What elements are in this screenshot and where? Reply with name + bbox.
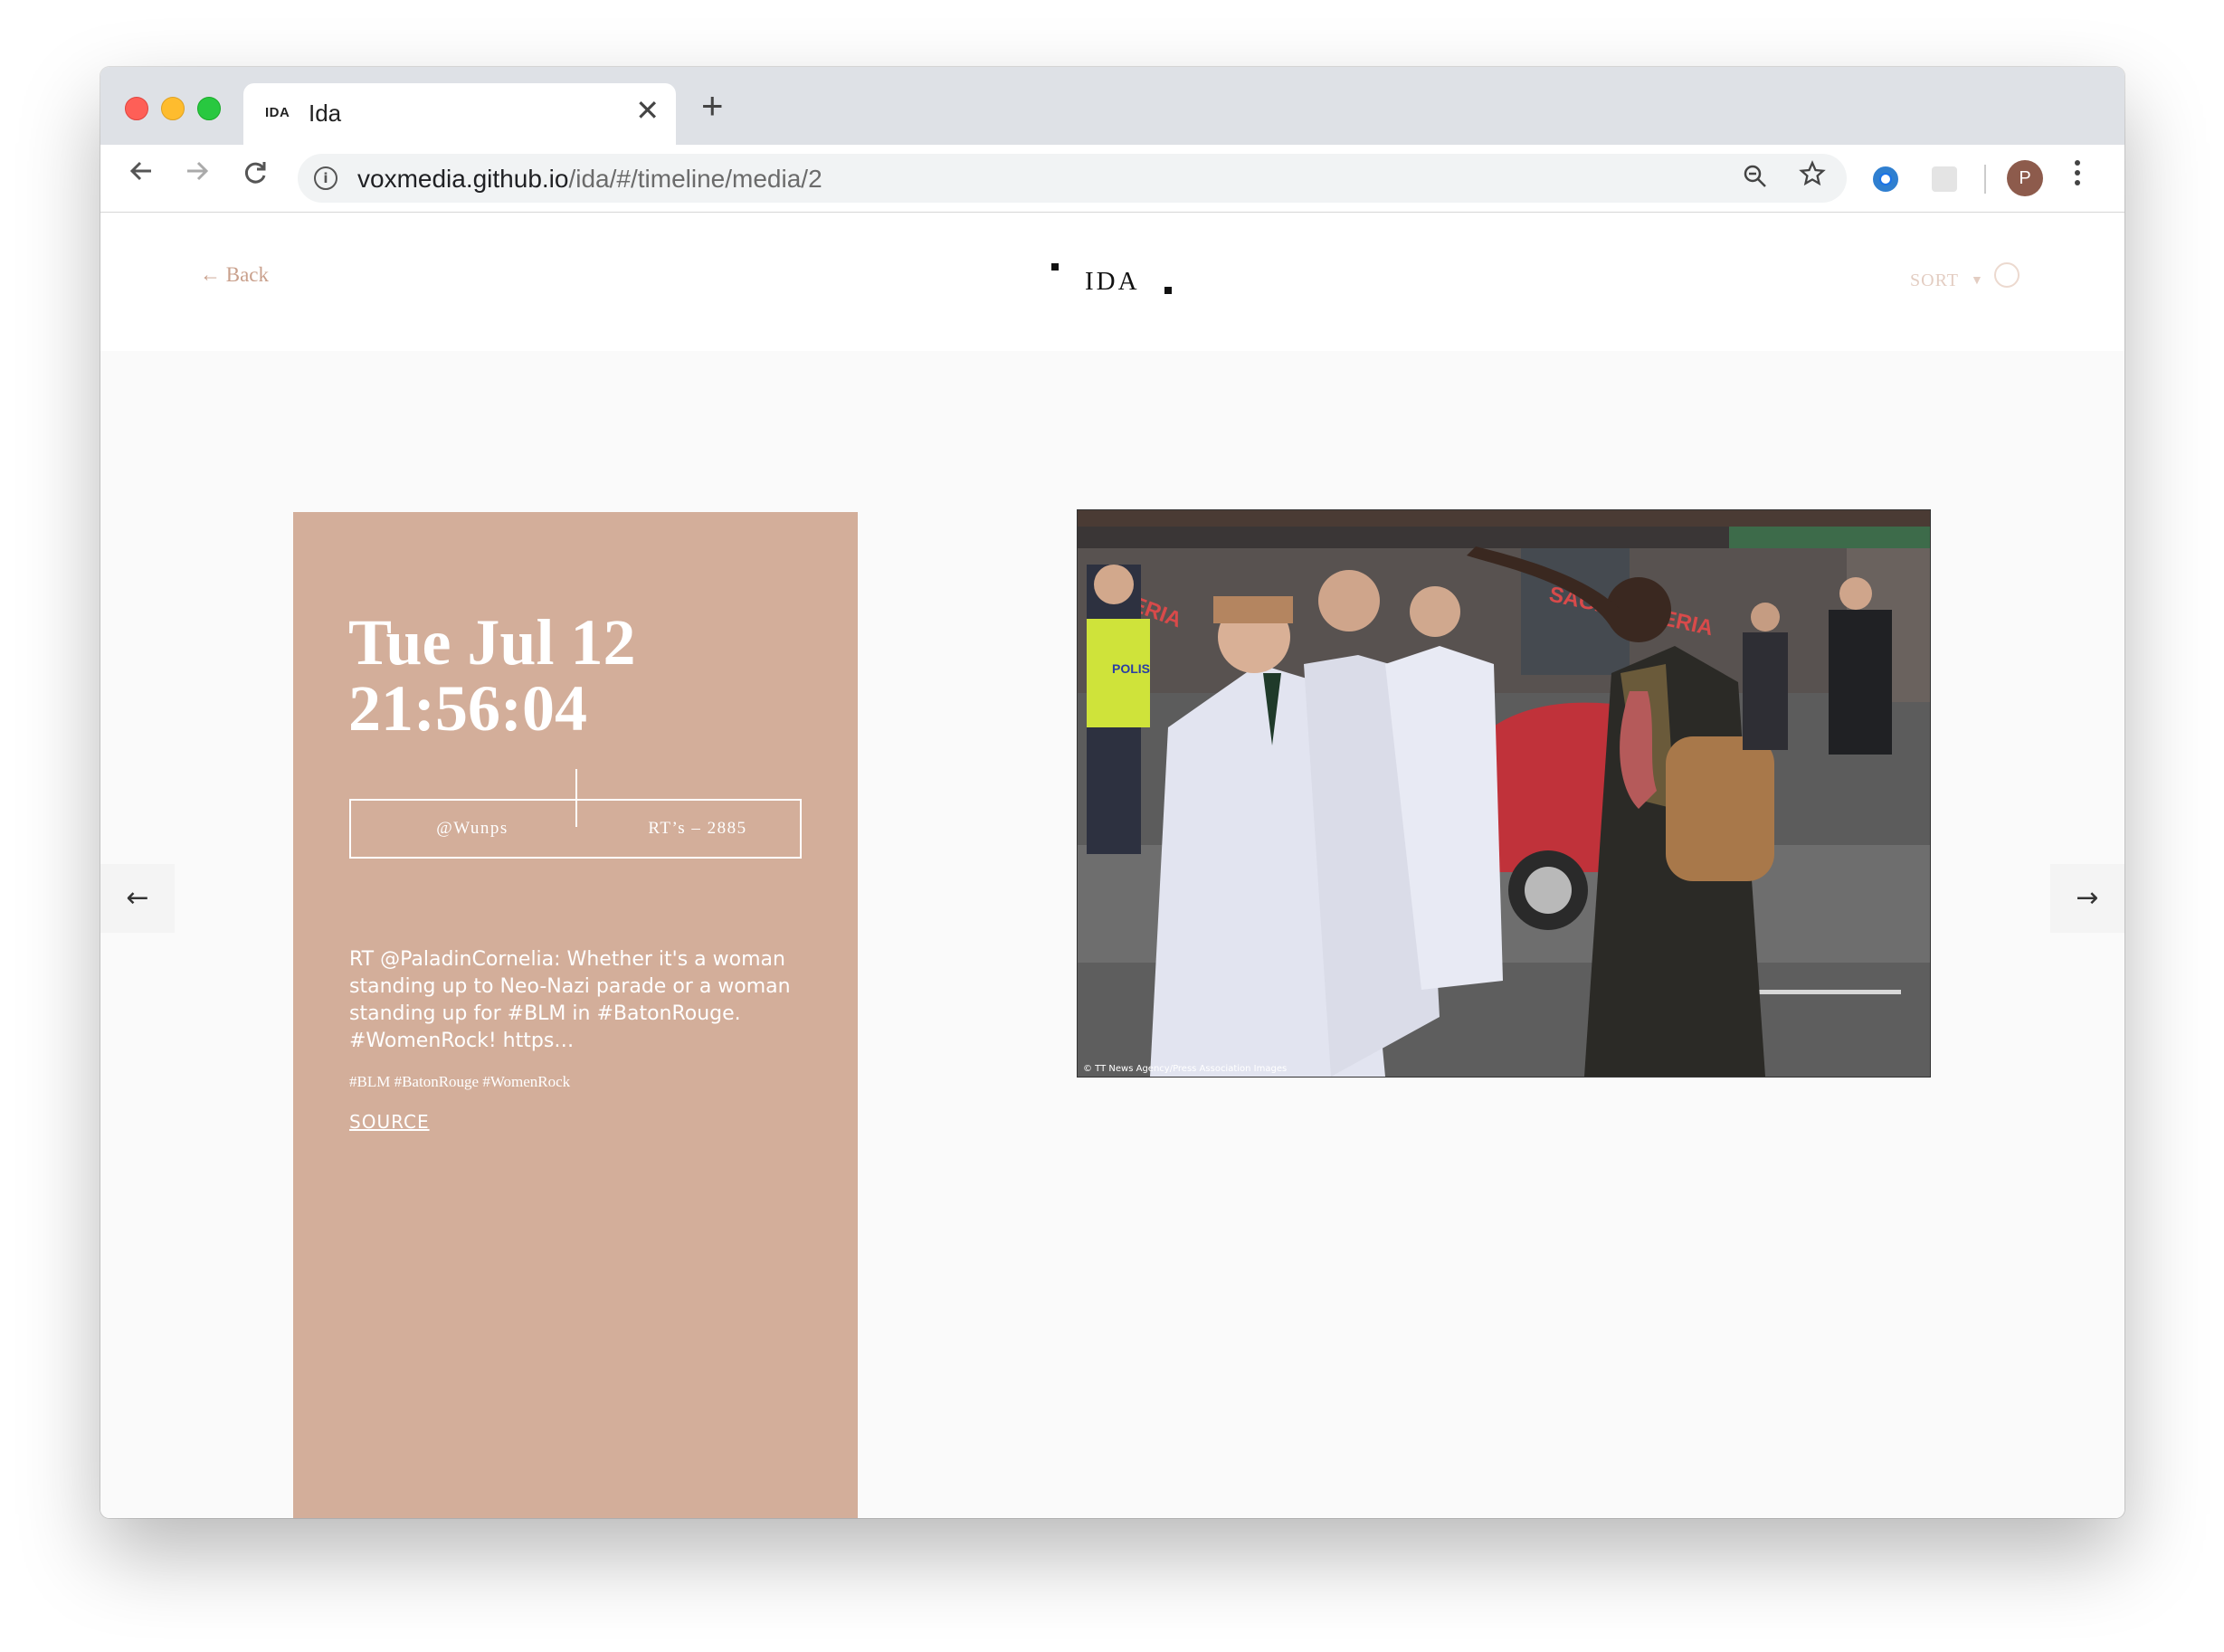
browser-window: IDA Ida ✕ + i voxmedia.github.io/ida/#/t… <box>100 67 2124 1518</box>
sort-label[interactable]: SORT <box>1910 271 1959 291</box>
tweet-username[interactable]: @Wunps <box>351 819 594 839</box>
extension-icon-2[interactable] <box>1932 166 1957 192</box>
browser-toolbar: i voxmedia.github.io/ida/#/timeline/medi… <box>100 145 2124 213</box>
page-content: ← Back IDA SORT ▼ ← → Tue Jul 12 21:56:0… <box>100 213 2124 1518</box>
back-link[interactable]: ← Back <box>200 263 269 287</box>
clock-icon[interactable] <box>1994 262 2020 288</box>
next-button[interactable]: → <box>2050 864 2124 933</box>
tab-ida[interactable]: IDA Ida ✕ <box>243 83 676 145</box>
star-icon[interactable] <box>1798 159 1827 196</box>
minimize-window-button[interactable] <box>161 97 185 120</box>
forward-icon[interactable] <box>184 157 211 190</box>
maximize-window-button[interactable] <box>197 97 221 120</box>
site-logo[interactable]: IDA <box>1085 267 1140 297</box>
title-bar: IDA Ida ✕ + <box>100 67 2124 145</box>
logo-mark <box>1051 263 1059 271</box>
info-icon[interactable]: i <box>314 166 337 190</box>
tab-title: Ida <box>309 100 342 127</box>
logo-mark-2 <box>1164 287 1172 294</box>
tweet-hashtags: #BLM #BatonRouge #WomenRock <box>349 1073 571 1090</box>
site-header: ← Back IDA SORT ▼ <box>100 213 2124 351</box>
zoom-icon[interactable] <box>1742 163 1769 197</box>
toolbar-divider <box>1984 165 1986 194</box>
back-icon[interactable] <box>128 157 155 190</box>
tweet-time: 21:56:04 <box>348 672 587 745</box>
photo-credit: © TT News Agency/Press Association Image… <box>1083 1064 1288 1074</box>
url-host: voxmedia.github.io <box>357 165 569 193</box>
reload-icon[interactable] <box>242 159 269 192</box>
chevron-down-icon[interactable]: ▼ <box>1971 272 1983 287</box>
tab-close-icon[interactable]: ✕ <box>635 96 660 125</box>
url-path: /ida/#/timeline/media/2 <box>568 165 822 193</box>
meta-divider <box>575 769 577 827</box>
tweet-card: Tue Jul 12 21:56:04 @Wunps RT’s – 2885 R… <box>293 512 858 1518</box>
tweet-text: RT @PaladinCornelia: Whether it's a woma… <box>349 948 791 1052</box>
url-text[interactable]: voxmedia.github.io/ida/#/timeline/media/… <box>357 165 822 194</box>
tweet-date: Tue Jul 12 <box>348 606 636 679</box>
close-window-button[interactable] <box>125 97 148 120</box>
previous-button[interactable]: ← <box>100 864 175 933</box>
police-label: POLIS <box>1112 661 1150 676</box>
source-link[interactable]: SOURCE <box>349 1111 430 1133</box>
menu-icon[interactable] <box>2073 157 2082 194</box>
profile-avatar[interactable]: P <box>2007 160 2043 196</box>
tab-favicon: IDA <box>265 105 290 120</box>
retweet-count: RT’s – 2885 <box>648 819 747 838</box>
extension-icon[interactable] <box>1873 166 1898 192</box>
address-bar[interactable]: i voxmedia.github.io/ida/#/timeline/medi… <box>298 154 1847 203</box>
new-tab-button[interactable]: + <box>701 87 724 125</box>
tweet-photo[interactable]: ZZERIA SAGA PIZZERIA POLIS <box>1077 509 1931 1078</box>
